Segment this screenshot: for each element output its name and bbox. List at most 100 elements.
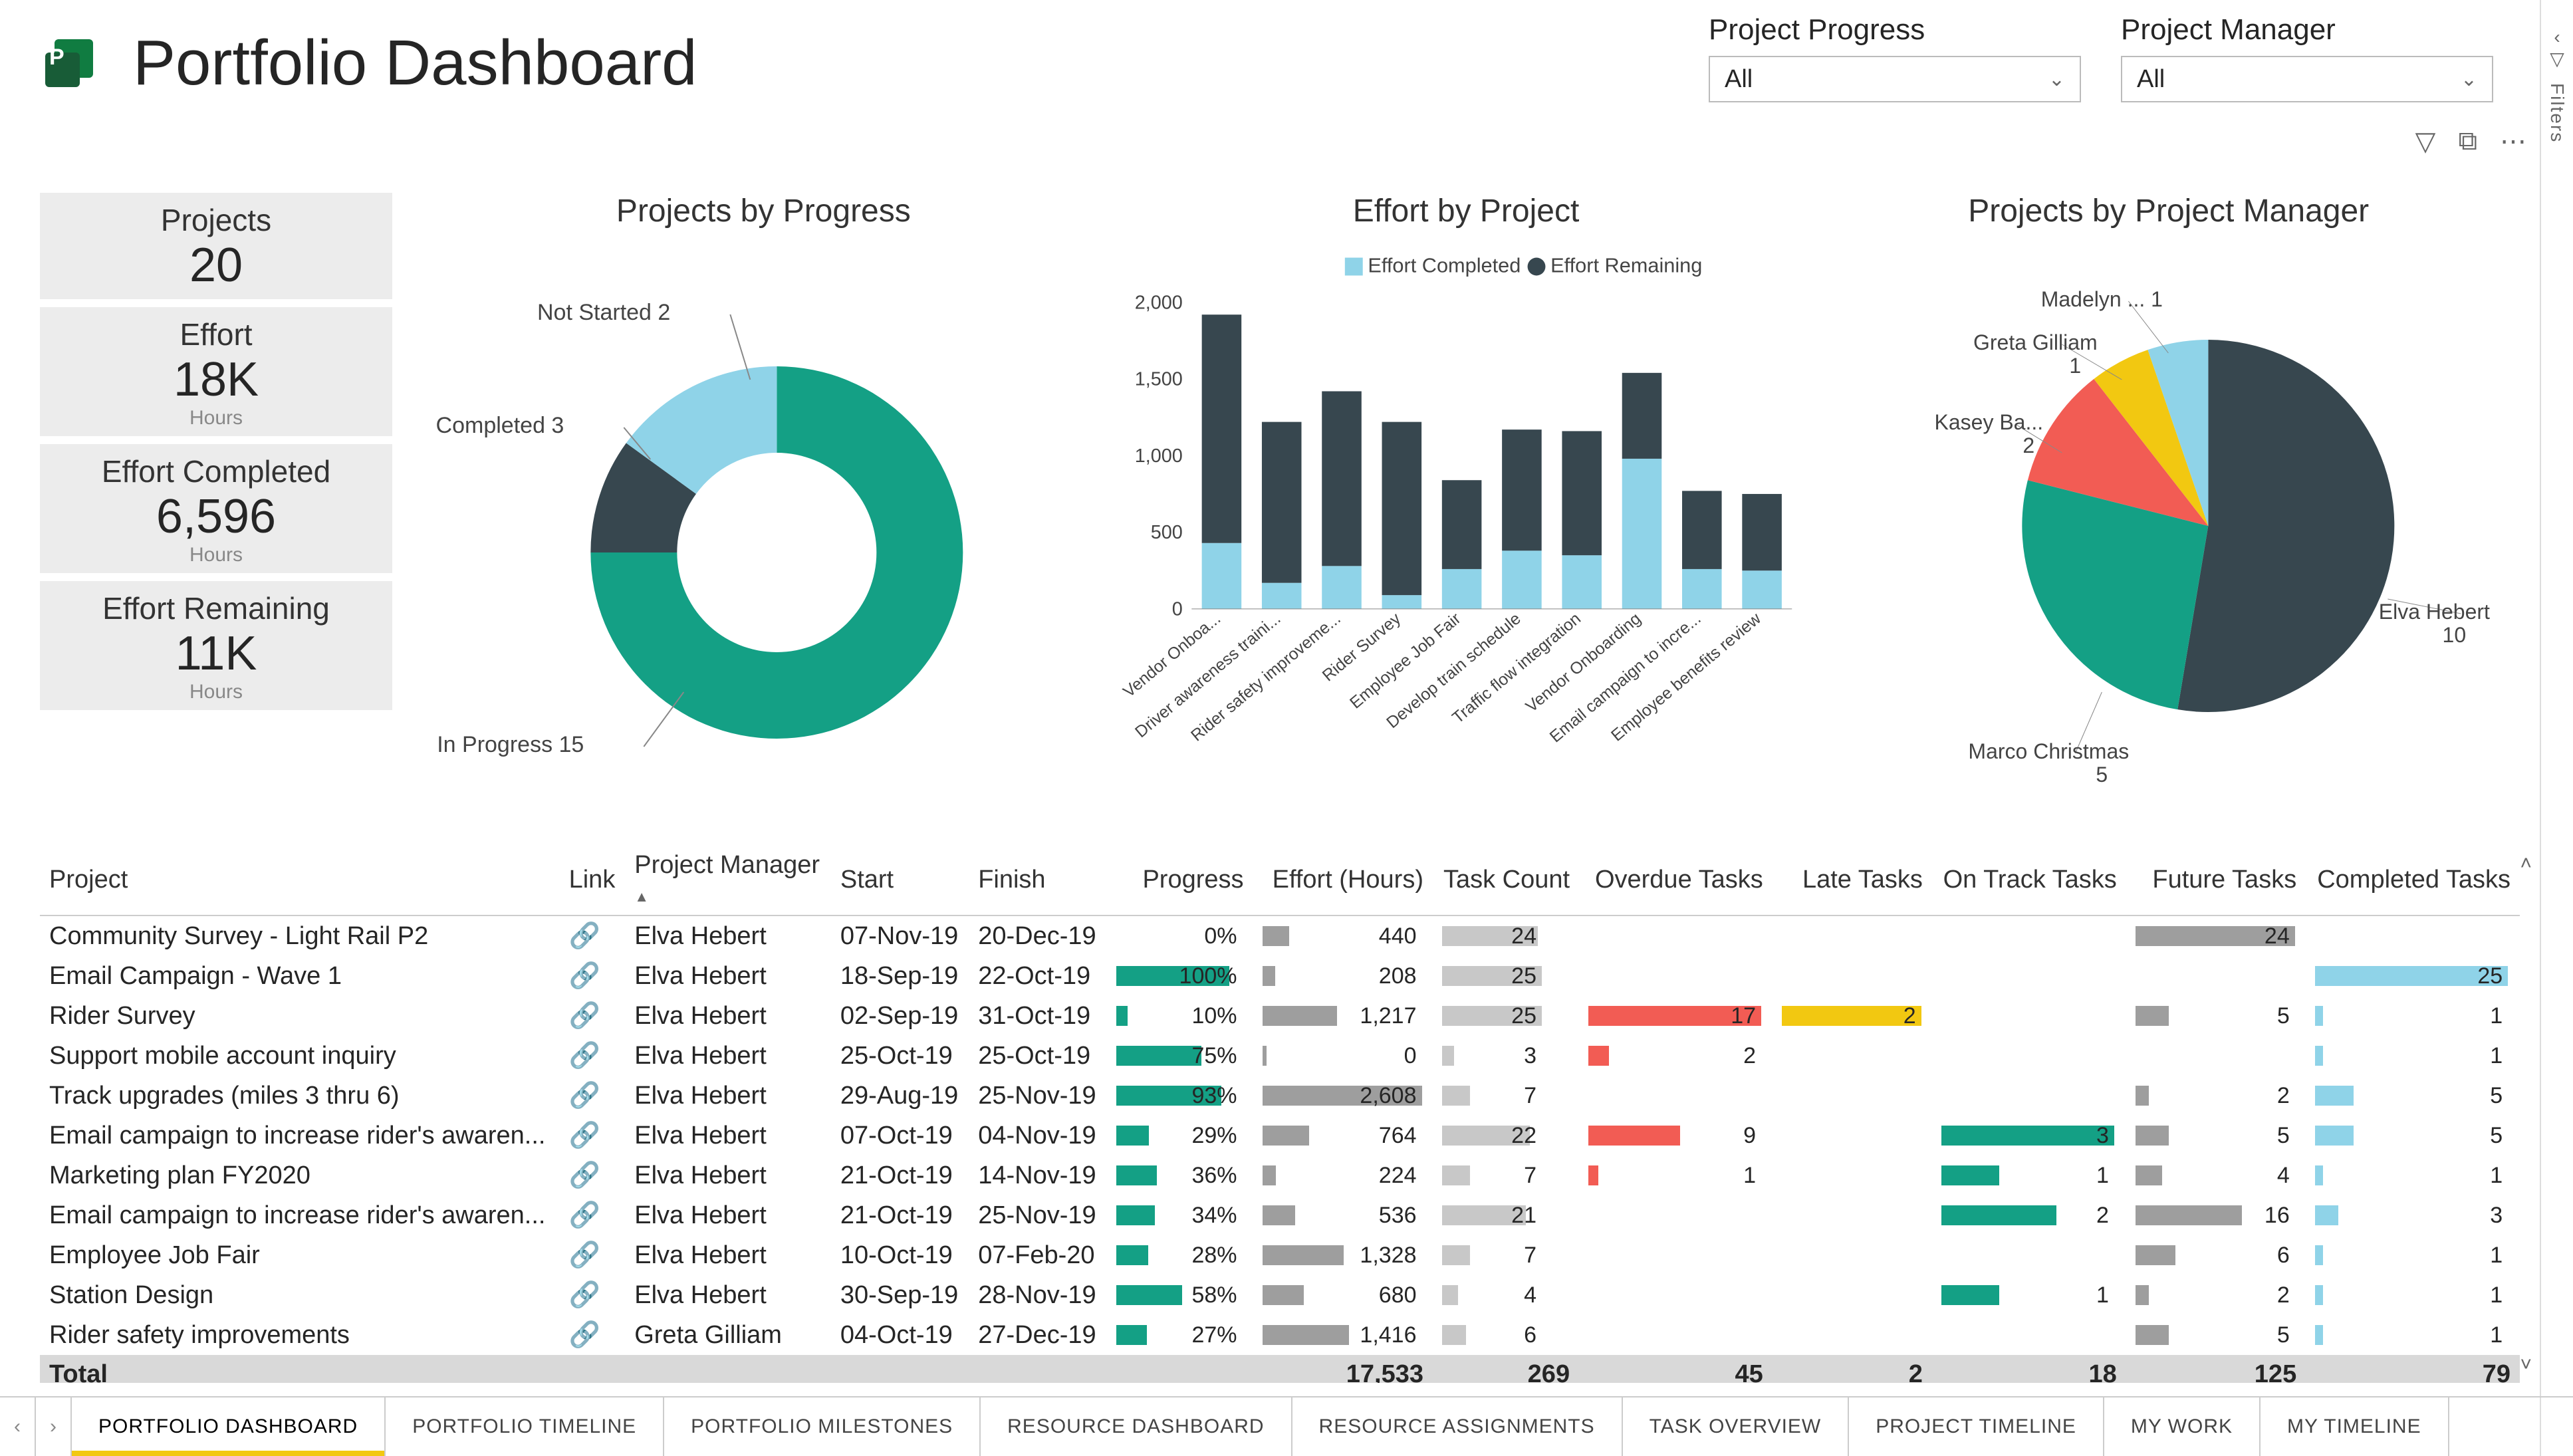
- page-tab[interactable]: PORTFOLIO DASHBOARD: [72, 1397, 386, 1456]
- table-row[interactable]: Email campaign to increase rider's aware…: [40, 1195, 2520, 1235]
- table-row[interactable]: Station Design🔗Elva Hebert30-Sep-1928-No…: [40, 1275, 2520, 1315]
- filters-pane-collapsed[interactable]: ‹ ▽ Filters: [2540, 0, 2573, 1456]
- table-row[interactable]: Rider safety improvements🔗Greta Gilliam0…: [40, 1315, 2520, 1355]
- chevron-left-icon: ‹: [2554, 27, 2560, 48]
- link-icon[interactable]: 🔗: [569, 962, 600, 990]
- table-row[interactable]: Employee Job Fair🔗Elva Hebert10-Oct-1907…: [40, 1235, 2520, 1275]
- page-title: Portfolio Dashboard: [133, 27, 697, 100]
- more-options-icon[interactable]: ⋯: [2500, 126, 2526, 157]
- svg-text:1,500: 1,500: [1134, 369, 1182, 390]
- chart-projects-by-progress[interactable]: Projects by Progress Not Started 2Comple…: [412, 193, 1115, 831]
- svg-text:Effort Remaining: Effort Remaining: [1550, 254, 1702, 277]
- link-icon[interactable]: 🔗: [569, 1241, 600, 1269]
- svg-text:500: 500: [1150, 522, 1182, 543]
- project-logo: P: [40, 30, 106, 96]
- table-row[interactable]: Marketing plan FY2020🔗Elva Hebert21-Oct-…: [40, 1155, 2520, 1195]
- dashboard-frame: { "header": { "title": "Portfolio Dashbo…: [0, 0, 2573, 1456]
- svg-text:Greta Gilliam: Greta Gilliam: [1973, 330, 2098, 354]
- svg-text:Employee Job Fair: Employee Job Fair: [1346, 609, 1464, 712]
- kpi-effort-completed[interactable]: Effort Completed 6,596 Hours: [40, 444, 392, 573]
- svg-text:Vendor Onboarding: Vendor Onboarding: [1522, 609, 1644, 716]
- table-row[interactable]: Track upgrades (miles 3 thru 6)🔗Elva Heb…: [40, 1076, 2520, 1116]
- column-header[interactable]: Start: [831, 844, 969, 915]
- column-header[interactable]: Project: [40, 844, 560, 915]
- column-header[interactable]: Effort (Hours): [1253, 844, 1433, 915]
- column-header[interactable]: Late Tasks: [1773, 844, 1932, 915]
- stacked-bar-chart: Effort Completed Effort Remaining 0 500 1,00…: [1115, 240, 1818, 812]
- column-header[interactable]: Completed Tasks: [2306, 844, 2520, 915]
- link-icon[interactable]: 🔗: [569, 1002, 600, 1030]
- chevron-down-icon: ⌄: [2461, 68, 2477, 91]
- filter-icon[interactable]: ▽: [2415, 126, 2436, 157]
- kpi-cards: Projects 20 Effort 18K Hours Effort Comp…: [40, 193, 392, 718]
- table-row[interactable]: Support mobile account inquiry🔗Elva Hebe…: [40, 1036, 2520, 1076]
- slicer-label: Project Manager: [2121, 13, 2493, 47]
- projects-table[interactable]: ProjectLinkProject Manager▲StartFinishPr…: [40, 844, 2520, 1383]
- column-header[interactable]: Future Tasks: [2126, 844, 2306, 915]
- svg-text:Vendor Onboa...: Vendor Onboa...: [1120, 609, 1224, 701]
- tab-nav-prev[interactable]: ‹: [0, 1397, 36, 1456]
- column-header[interactable]: Finish: [969, 844, 1106, 915]
- column-header[interactable]: Project Manager▲: [625, 844, 831, 915]
- svg-text:Effort Completed: Effort Completed: [1368, 254, 1521, 277]
- slicer-dropdown-progress[interactable]: All ⌄: [1709, 56, 2081, 102]
- chart-effort-by-project[interactable]: Effort by Project Effort CompletedEffort…: [1115, 193, 1818, 831]
- link-icon[interactable]: 🔗: [569, 1161, 600, 1189]
- page-tab[interactable]: MY WORK: [2104, 1397, 2261, 1456]
- kpi-label: Effort: [40, 316, 392, 352]
- page-tab[interactable]: TASK OVERVIEW: [1623, 1397, 1850, 1456]
- link-icon[interactable]: 🔗: [569, 1082, 600, 1110]
- svg-text:Not Started 2: Not Started 2: [537, 300, 670, 325]
- link-icon[interactable]: 🔗: [569, 922, 600, 950]
- page-tab[interactable]: PORTFOLIO MILESTONES: [664, 1397, 981, 1456]
- chevron-down-icon: ⌄: [2048, 68, 2065, 91]
- slicer-value: All: [1725, 65, 1753, 94]
- column-header[interactable]: On Track Tasks: [1932, 844, 2126, 915]
- page-tab[interactable]: RESOURCE DASHBOARD: [981, 1397, 1292, 1456]
- svg-text:1,000: 1,000: [1134, 445, 1182, 467]
- kpi-projects[interactable]: Projects 20: [40, 193, 392, 299]
- slicer-label: Project Progress: [1709, 13, 2081, 47]
- tab-nav-next[interactable]: ›: [36, 1397, 72, 1456]
- link-icon[interactable]: 🔗: [569, 1042, 600, 1070]
- kpi-unit: Hours: [40, 407, 392, 429]
- kpi-effort[interactable]: Effort 18K Hours: [40, 307, 392, 436]
- slicer-project-progress: Project Progress All ⌄: [1709, 13, 2081, 102]
- link-icon[interactable]: 🔗: [569, 1122, 600, 1150]
- column-header[interactable]: Overdue Tasks: [1579, 844, 1773, 915]
- page-tab[interactable]: MY TIMELINE: [2261, 1397, 2449, 1456]
- kpi-effort-remaining[interactable]: Effort Remaining 11K Hours: [40, 581, 392, 710]
- column-header[interactable]: Progress: [1107, 844, 1253, 915]
- table-row[interactable]: Email campaign to increase rider's aware…: [40, 1116, 2520, 1155]
- link-icon[interactable]: 🔗: [569, 1201, 600, 1229]
- slicers: Project Progress All ⌄ Project Manager A…: [1709, 13, 2493, 102]
- filters-label: Filters: [2546, 83, 2568, 143]
- kpi-label: Projects: [40, 202, 392, 238]
- link-icon[interactable]: 🔗: [569, 1321, 600, 1349]
- column-header[interactable]: Link: [560, 844, 626, 915]
- funnel-icon: ▽: [2550, 48, 2564, 70]
- svg-text:2,000: 2,000: [1134, 292, 1182, 313]
- donut-chart: Not Started 2Completed 3In Progress 15: [412, 240, 1115, 812]
- chart-projects-by-pm[interactable]: Projects by Project Manager Madelyn ... …: [1817, 193, 2520, 831]
- page-tab[interactable]: RESOURCE ASSIGNMENTS: [1292, 1397, 1623, 1456]
- visual-toolbar: ▽ ⧉ ⋯: [2415, 126, 2526, 157]
- focus-mode-icon[interactable]: ⧉: [2458, 126, 2477, 157]
- svg-text:5: 5: [2096, 763, 2108, 787]
- svg-text:0: 0: [1171, 598, 1182, 620]
- kpi-unit: Hours: [40, 544, 392, 566]
- table-row[interactable]: Rider Survey🔗Elva Hebert02-Sep-1931-Oct-…: [40, 996, 2520, 1036]
- page-tab[interactable]: PORTFOLIO TIMELINE: [386, 1397, 664, 1456]
- link-icon[interactable]: 🔗: [569, 1281, 600, 1309]
- table-row[interactable]: Email Campaign - Wave 1🔗Elva Hebert18-Se…: [40, 956, 2520, 996]
- column-header[interactable]: Task Count: [1433, 844, 1579, 915]
- scrollbar-down-icon[interactable]: ˅: [2520, 1354, 2532, 1376]
- scrollbar-up-icon[interactable]: ˄: [2520, 852, 2532, 875]
- slicer-dropdown-manager[interactable]: All ⌄: [2121, 56, 2493, 102]
- kpi-value: 11K: [40, 626, 392, 681]
- slicer-project-manager: Project Manager All ⌄: [2121, 13, 2493, 102]
- page-tab[interactable]: PROJECT TIMELINE: [1849, 1397, 2104, 1456]
- svg-text:Completed 3: Completed 3: [436, 413, 564, 438]
- table-row[interactable]: Community Survey - Light Rail P2🔗Elva He…: [40, 915, 2520, 956]
- page-tabs: ‹ › PORTFOLIO DASHBOARDPORTFOLIO TIMELIN…: [0, 1396, 2573, 1456]
